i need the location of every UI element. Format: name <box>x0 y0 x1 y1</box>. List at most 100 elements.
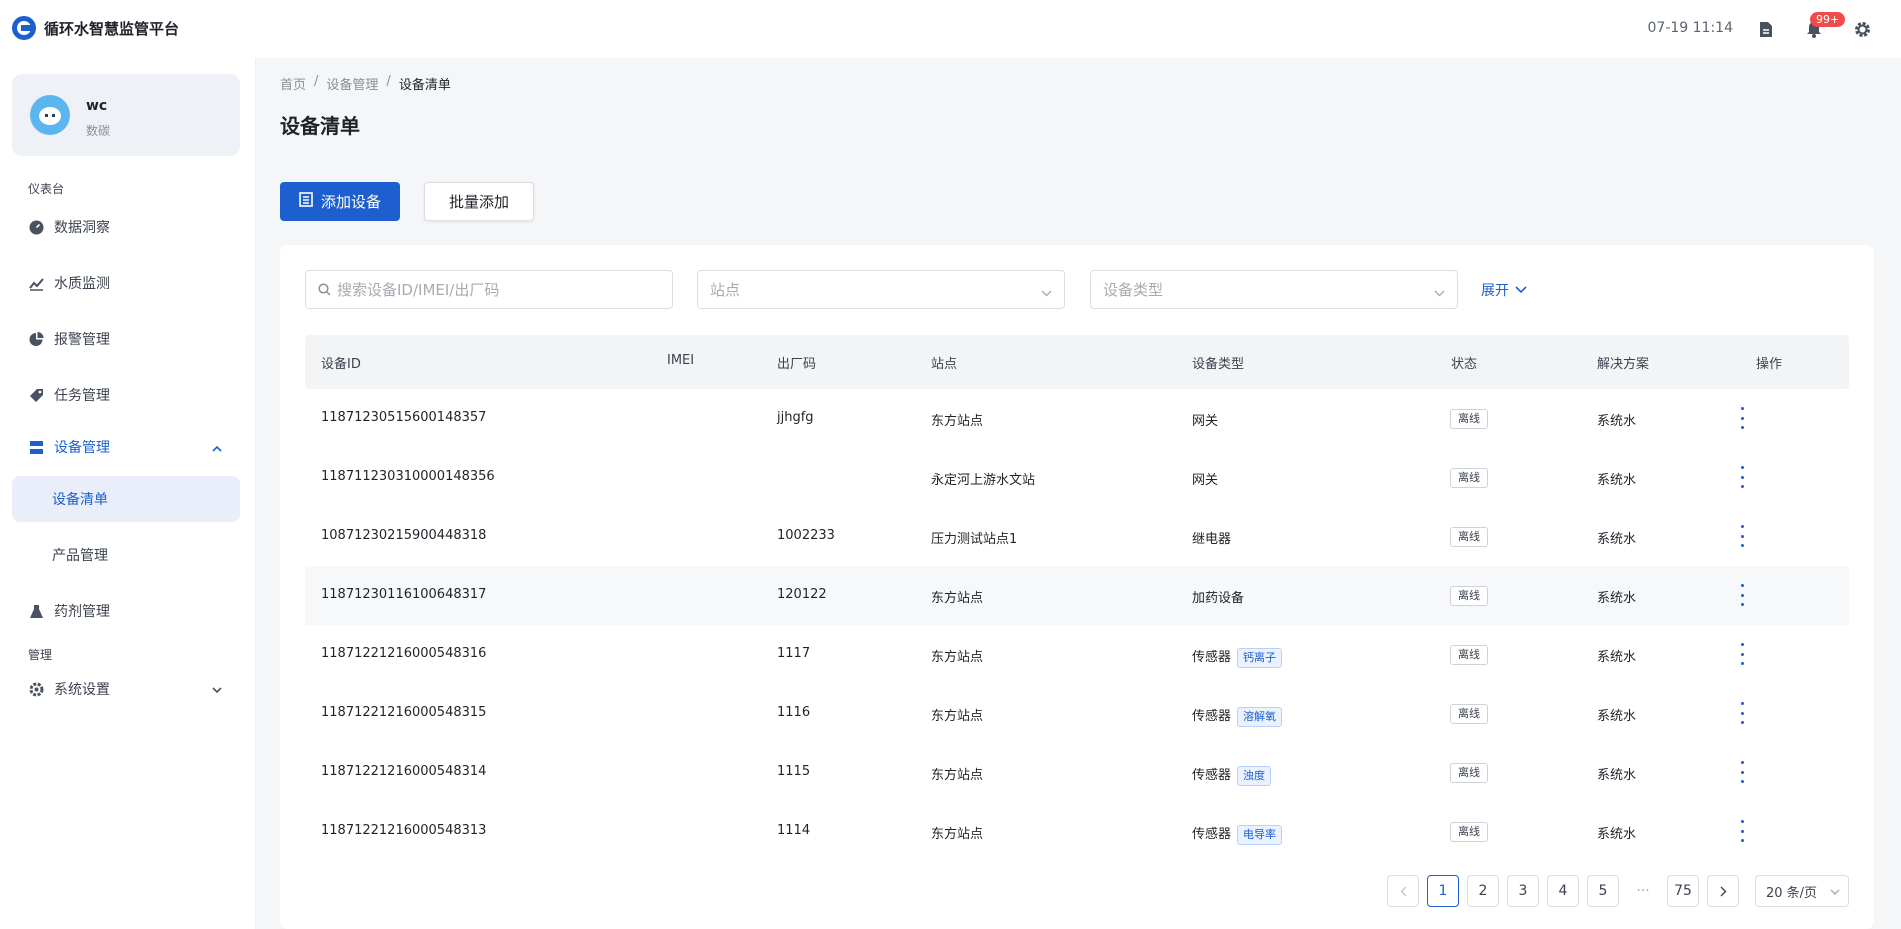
settings-gear-icon[interactable] <box>1852 19 1872 39</box>
breadcrumb-device-management[interactable]: 设备管理 <box>326 74 378 93</box>
nav-section-dashboard: 仪表台 <box>28 182 65 196</box>
page-button[interactable]: 75 <box>1667 875 1699 907</box>
cell-site: 东方站点 <box>931 768 984 783</box>
search-placeholder: 搜索设备ID/IMEI/出厂码 <box>337 281 500 299</box>
sidebar-item-label: 数据洞察 <box>54 220 110 236</box>
cell-factory-code: 120122 <box>777 587 827 602</box>
user-role: 数碳 <box>86 124 111 138</box>
page-button[interactable]: 4 <box>1547 875 1579 907</box>
batch-add-button[interactable]: 批量添加 <box>424 182 534 221</box>
table-row[interactable]: 11871123031000014835​6 永定河上游水文站 网关 离线 系统水 <box>305 448 1849 507</box>
sidebar-item-label: 系统设置 <box>54 682 110 698</box>
sidebar-item-label: 产品管理 <box>52 548 108 564</box>
expand-filters-button[interactable]: 展开 <box>1481 280 1527 300</box>
more-actions-icon[interactable] <box>1735 584 1749 606</box>
nav-section-manage: 管理 <box>28 648 53 662</box>
sidebar-item-water-quality[interactable]: 水质监测 <box>12 260 240 306</box>
page-button[interactable]: 5 <box>1587 875 1619 907</box>
cell-factory-code: 1117 <box>777 646 811 661</box>
status-badge: 离线 <box>1450 468 1488 488</box>
status-badge: 离线 <box>1450 527 1488 547</box>
table-row[interactable]: 11871221216000548315 1116 东方站点 传感器 溶解氧 离线 系统水 <box>305 684 1849 743</box>
device-list-panel: 搜索设备ID/IMEI/出厂码 站点 设备类型 展开 设备ID IMEI 出厂码… <box>280 245 1874 929</box>
breadcrumb-separator: / <box>386 74 391 89</box>
next-page-button[interactable] <box>1707 875 1739 907</box>
cell-device-type: 传感器 浊度 <box>1192 764 1272 786</box>
sidebar-item-reagent[interactable]: 药剂管理 <box>12 588 240 634</box>
status-badge: 离线 <box>1450 704 1488 724</box>
page-size-select[interactable]: 20 条/页 <box>1755 875 1849 907</box>
expand-label: 展开 <box>1481 283 1509 299</box>
sidebar-item-product-management[interactable]: 产品管理 <box>12 532 240 578</box>
page-button[interactable]: 3 <box>1507 875 1539 907</box>
chevron-up-icon <box>212 440 222 456</box>
table-row[interactable]: 11871230515600148357 jjhgfg 东方站点 网关 离线 系统水 <box>305 389 1849 448</box>
user-card[interactable]: wc 数碳 <box>12 74 240 156</box>
cell-device-type: 传感器 电导率 <box>1192 823 1283 845</box>
more-actions-icon[interactable] <box>1735 820 1749 842</box>
table-row[interactable]: 11871221216000548314 1115 东方站点 传感器 浊度 离线 系统水 <box>305 743 1849 802</box>
more-actions-icon[interactable] <box>1735 702 1749 724</box>
chevron-down-icon <box>1434 283 1445 301</box>
table-row[interactable]: 10871230215900448318 1002233 压力测试站点1 继电器 离线 系… <box>305 507 1849 566</box>
cell-device-type: 传感器 钙离子 <box>1192 646 1283 668</box>
cell-factory-code: 1115 <box>777 764 811 779</box>
sidebar-item-label: 报警管理 <box>54 332 110 348</box>
cell-site: 压力测试站点1 <box>931 532 1018 547</box>
cell-device-id: 11871230515600148357 <box>321 410 487 425</box>
page-ellipsis[interactable]: ··· <box>1627 875 1659 907</box>
device-type-placeholder: 设备类型 <box>1103 281 1164 299</box>
status-badge: 离线 <box>1450 586 1488 606</box>
cell-solution: 系统水 <box>1597 650 1637 665</box>
cell-device-id: 11871230116100648317 <box>321 587 487 602</box>
cell-site: 东方站点 <box>931 709 984 724</box>
cell-solution: 系统水 <box>1597 414 1637 429</box>
device-type-label: 网关 <box>1192 414 1219 429</box>
more-actions-icon[interactable] <box>1735 407 1749 429</box>
avatar <box>30 95 70 135</box>
sidebar-item-data-insight[interactable]: 数据洞察 <box>12 204 240 250</box>
cell-site: 东方站点 <box>931 650 984 665</box>
app-title: 循环水智慧监管平台 <box>44 19 180 38</box>
app-logo[interactable]: 循环水智慧监管平台 <box>12 16 179 40</box>
table-row[interactable]: 11871221216000548313 1114 东方站点 传感器 电导率 离线 系统水 <box>305 802 1849 861</box>
sidebar-item-alarm[interactable]: 报警管理 <box>12 316 240 362</box>
more-actions-icon[interactable] <box>1735 466 1749 488</box>
chevron-down-icon <box>212 682 222 698</box>
page-button[interactable]: 1 <box>1427 875 1459 907</box>
table-row[interactable]: 11871221216000548316 1117 东方站点 传感器 钙离子 离线 系统水 <box>305 625 1849 684</box>
sidebar-item-device-list[interactable]: 设备清单 <box>12 476 240 522</box>
search-input[interactable]: 搜索设备ID/IMEI/出厂码 <box>305 270 673 309</box>
status-badge: 离线 <box>1450 409 1488 429</box>
device-subtype-tag: 电导率 <box>1237 824 1283 845</box>
sidebar: wc 数碳 仪表台 数据洞察 水质监测 报警管理 任务管理 设备管理 设备清单 … <box>0 58 256 929</box>
page-button[interactable]: 2 <box>1467 875 1499 907</box>
cell-factory-code: 1114 <box>777 823 811 838</box>
cell-site: 东方站点 <box>931 827 984 842</box>
site-select[interactable]: 站点 <box>697 270 1065 309</box>
cell-solution: 系统水 <box>1597 591 1637 606</box>
breadcrumb-home[interactable]: 首页 <box>280 74 306 93</box>
pagination: 1 2 3 4 5 ··· 75 20 条/页 <box>1387 875 1849 907</box>
device-type-label: 传感器 <box>1192 709 1232 724</box>
page-size-label: 20 条/页 <box>1766 885 1818 901</box>
more-actions-icon[interactable] <box>1735 761 1749 783</box>
sidebar-item-task[interactable]: 任务管理 <box>12 372 240 418</box>
add-device-label: 添加设备 <box>320 193 381 211</box>
more-actions-icon[interactable] <box>1735 525 1749 547</box>
cell-device-type: 网关 <box>1192 469 1218 488</box>
more-actions-icon[interactable] <box>1735 643 1749 665</box>
prev-page-button[interactable] <box>1387 875 1419 907</box>
server-icon <box>28 439 44 455</box>
cell-solution: 系统水 <box>1597 827 1637 842</box>
add-device-button[interactable]: 添加设备 <box>280 182 400 221</box>
page-title: 设备清单 <box>280 114 360 138</box>
table-row[interactable]: 11871230116100648317 120122 东方站点 加药设备 离线 系统水 <box>305 566 1849 625</box>
sidebar-item-system-settings[interactable]: 系统设置 <box>12 666 240 712</box>
logo-icon <box>12 16 36 40</box>
sidebar-item-device-management[interactable]: 设备管理 <box>12 424 240 470</box>
device-type-select[interactable]: 设备类型 <box>1090 270 1458 309</box>
cell-device-id: 11871123031000014835​6 <box>321 469 495 484</box>
document-icon[interactable] <box>1756 19 1776 39</box>
cell-device-type: 网关 <box>1192 410 1218 429</box>
